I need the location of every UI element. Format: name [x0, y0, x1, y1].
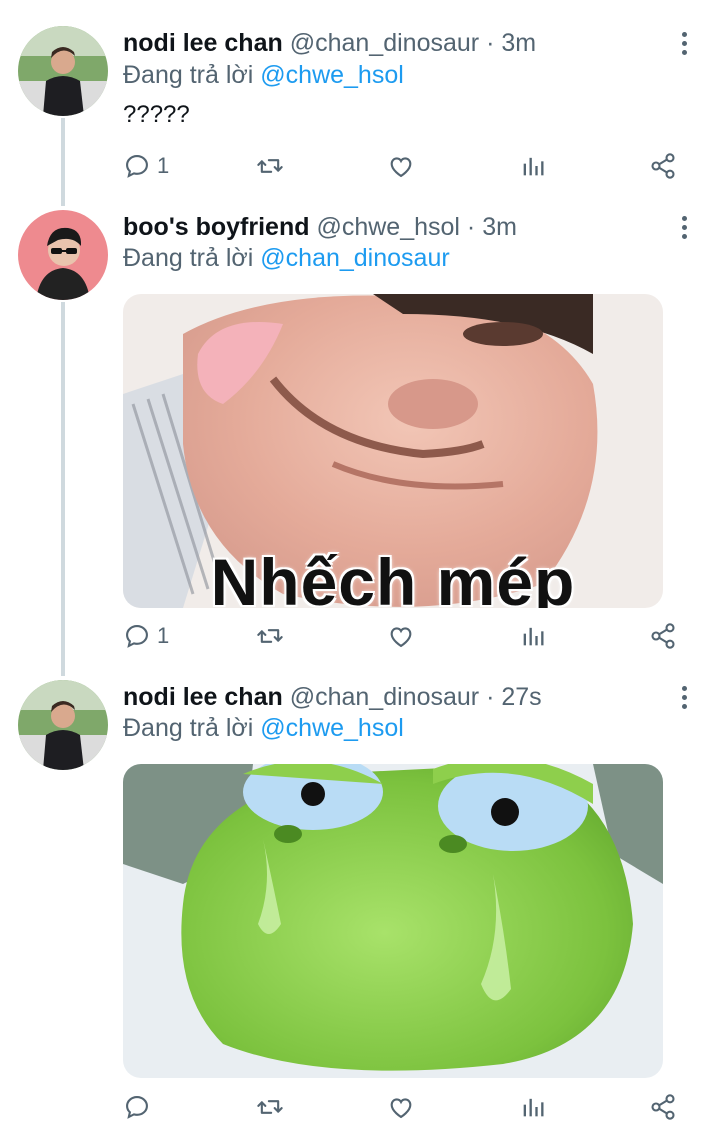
like-button[interactable]: [387, 619, 415, 653]
display-name[interactable]: boo's boyfriend: [123, 213, 310, 241]
reply-icon: [126, 155, 148, 178]
share-button[interactable]: [649, 149, 677, 183]
like-button[interactable]: [387, 149, 415, 183]
like-button[interactable]: [387, 1090, 415, 1124]
share-icon: [651, 623, 675, 649]
reply-button[interactable]: 1: [123, 619, 169, 653]
retweet-button[interactable]: [255, 619, 285, 653]
retweet-icon: [257, 629, 283, 643]
timestamp[interactable]: 3m: [501, 29, 536, 57]
like-icon: [390, 1098, 412, 1119]
username[interactable]: @chan_dinosaur: [290, 683, 479, 711]
reply-button[interactable]: 1: [123, 149, 169, 183]
separator: ·: [459, 213, 483, 241]
separator: ·: [479, 29, 502, 57]
retweet-button[interactable]: [255, 1090, 285, 1124]
action-bar: 1: [123, 619, 683, 653]
share-icon: [651, 1094, 675, 1120]
more-options-icon[interactable]: [674, 28, 694, 58]
separator: ·: [479, 683, 502, 711]
share-icon: [651, 153, 675, 179]
meme-caption: Nhếch mép: [210, 545, 576, 608]
retweet-icon: [257, 1100, 283, 1114]
analytics-button[interactable]: [519, 149, 547, 183]
analytics-button[interactable]: [519, 1090, 547, 1124]
mention-link[interactable]: @chwe_hsol: [260, 61, 404, 89]
replying-to: Đang trả lời @chwe_hsol: [123, 713, 404, 743]
username[interactable]: @chan_dinosaur: [290, 29, 479, 57]
reply-icon: [126, 625, 148, 648]
tweet[interactable]: nodi lee chan @chan_dinosaur · 27s Đang …: [0, 670, 720, 1133]
action-bar: [123, 1090, 683, 1124]
username[interactable]: @chwe_hsol: [316, 213, 460, 241]
reply-count: 1: [157, 153, 170, 178]
avatar[interactable]: [18, 680, 108, 770]
avatar[interactable]: [18, 26, 108, 116]
analytics-icon: [523, 1098, 544, 1117]
display-name[interactable]: nodi lee chan: [123, 29, 283, 57]
analytics-icon: [523, 157, 544, 176]
replying-to-label: Đang trả lời: [123, 244, 261, 272]
replying-to-label: Đang trả lời: [123, 61, 261, 89]
reply-count: 1: [157, 623, 170, 648]
tweet[interactable]: nodi lee chan @chan_dinosaur · 3m Đang t…: [0, 0, 720, 200]
share-button[interactable]: [649, 1090, 677, 1124]
replying-to: Đang trả lời @chan_dinosaur: [123, 243, 450, 273]
display-name[interactable]: nodi lee chan: [123, 683, 283, 711]
mention-link[interactable]: @chan_dinosaur: [260, 244, 449, 272]
timestamp[interactable]: 3m: [482, 213, 517, 241]
more-options-icon[interactable]: [674, 212, 694, 242]
share-button[interactable]: [649, 619, 677, 653]
tweet-header: nodi lee chan @chan_dinosaur · 27s: [123, 682, 542, 712]
like-icon: [390, 627, 412, 648]
analytics-button[interactable]: [519, 619, 547, 653]
retweet-button[interactable]: [255, 149, 285, 183]
like-icon: [390, 157, 412, 178]
retweet-icon: [257, 159, 283, 173]
reply-button[interactable]: [123, 1090, 157, 1124]
replying-to-label: Đang trả lời: [123, 714, 261, 742]
tweet-header: boo's boyfriend @chwe_hsol · 3m: [123, 212, 517, 242]
avatar[interactable]: [18, 210, 108, 300]
action-bar: 1: [123, 149, 683, 183]
replying-to: Đang trả lời @chwe_hsol: [123, 60, 404, 90]
media-image[interactable]: Nhếch mép: [123, 294, 663, 608]
media-image[interactable]: [123, 764, 663, 1078]
tweet-text: ?????: [123, 101, 190, 128]
reply-icon: [126, 1096, 148, 1119]
mention-link[interactable]: @chwe_hsol: [260, 714, 404, 742]
timestamp[interactable]: 27s: [501, 683, 541, 711]
more-options-icon[interactable]: [674, 682, 694, 712]
tweet-header: nodi lee chan @chan_dinosaur · 3m: [123, 28, 536, 58]
analytics-icon: [523, 627, 544, 646]
tweet[interactable]: boo's boyfriend @chwe_hsol · 3m Đang trả…: [0, 200, 720, 670]
